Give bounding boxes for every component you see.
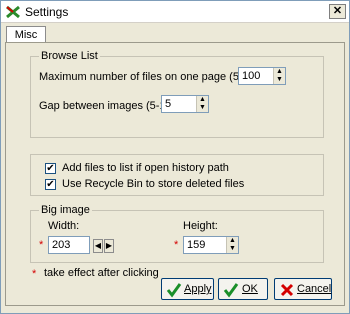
width-right-arrow-icon[interactable]: ▶ (104, 239, 114, 253)
settings-window: Settings ✕ Misc Browse List Maximum numb… (0, 0, 350, 314)
big-image-title: Big image (39, 204, 92, 216)
spin-down-icon[interactable]: ▼ (274, 76, 285, 84)
width-asterisk: * (39, 239, 44, 251)
gap-spin-arrows[interactable]: ▲ ▼ (196, 96, 208, 112)
browse-list-group: Browse List Maximum number of files on o… (30, 50, 324, 138)
spin-up-icon[interactable]: ▲ (227, 237, 238, 245)
note-asterisk: * (32, 268, 37, 280)
width-label: Width: (48, 220, 80, 232)
width-left-arrow-icon[interactable]: ◀ (93, 239, 103, 253)
height-spin-arrows[interactable]: ▲ ▼ (226, 237, 238, 253)
max-files-value: 100 (242, 70, 261, 82)
tab-misc-label: Misc (14, 29, 38, 41)
close-button[interactable]: ✕ (329, 4, 346, 19)
checkmark-icon (223, 283, 239, 298)
cancel-button[interactable]: Cancel (274, 278, 332, 300)
app-x-icon (6, 5, 20, 19)
height-value: 159 (187, 239, 206, 251)
checkmark-icon (166, 283, 182, 298)
title-bar[interactable]: Settings ✕ (1, 1, 349, 23)
apply-button[interactable]: Apply (161, 278, 214, 300)
note-text: take effect after clicking (44, 267, 159, 279)
max-files-spin-arrows[interactable]: ▲ ▼ (273, 68, 285, 84)
add-files-checkbox[interactable]: ✔ (45, 163, 56, 174)
ok-label: OK (242, 283, 258, 295)
tab-misc[interactable]: Misc (6, 26, 46, 43)
recycle-bin-label: Use Recycle Bin to store deleted files (62, 178, 245, 190)
width-value: 203 (52, 239, 71, 251)
height-spinner[interactable]: 159 ▲ ▼ (183, 236, 239, 254)
recycle-bin-checkbox[interactable]: ✔ (45, 179, 56, 190)
height-asterisk: * (174, 239, 179, 251)
spin-down-icon[interactable]: ▼ (197, 104, 208, 112)
options-group: ✔ Add files to list if open history path… (30, 154, 324, 196)
spin-up-icon[interactable]: ▲ (197, 96, 208, 104)
height-label: Height: (183, 220, 218, 232)
tab-panel-misc: Browse List Maximum number of files on o… (5, 42, 345, 306)
browse-list-title: Browse List (39, 50, 100, 62)
close-icon: ✕ (332, 5, 343, 17)
ok-button[interactable]: OK (218, 278, 268, 300)
gap-spinner[interactable]: 5 ▲ ▼ (161, 95, 209, 113)
apply-label: Apply (184, 283, 212, 295)
big-image-group: Big image Width: * 203 ◀ ▶ Height: * 159… (30, 204, 324, 263)
width-field[interactable]: 203 (48, 236, 90, 254)
max-files-spinner[interactable]: 100 ▲ ▼ (238, 67, 286, 85)
gap-value: 5 (165, 98, 172, 110)
cancel-label: Cancel (297, 283, 332, 295)
add-files-label: Add files to list if open history path (62, 162, 229, 174)
spin-down-icon[interactable]: ▼ (227, 245, 238, 253)
cancel-x-icon (280, 283, 294, 297)
window-title: Settings (25, 5, 69, 19)
spin-up-icon[interactable]: ▲ (274, 68, 285, 76)
